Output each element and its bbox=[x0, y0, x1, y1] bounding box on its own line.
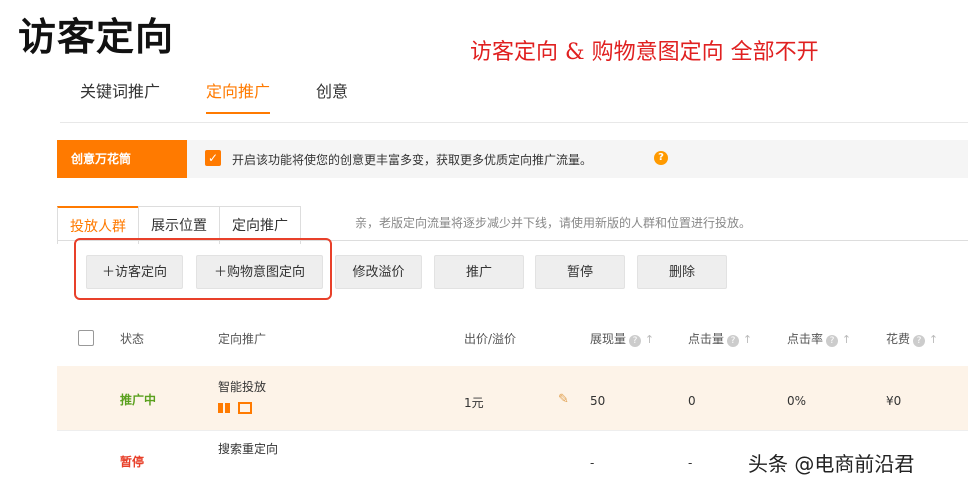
row-clicks: 0 bbox=[688, 394, 696, 408]
header-impressions[interactable]: 展现量? ↑ bbox=[590, 330, 654, 347]
row-impressions: - bbox=[590, 456, 595, 470]
highlight-box bbox=[74, 238, 332, 300]
row-name: 智能投放 bbox=[218, 380, 267, 394]
header-cost-label: 花费 bbox=[886, 332, 911, 346]
row-status: 暂停 bbox=[120, 455, 145, 469]
row-cost: ¥0 bbox=[886, 394, 902, 408]
promote-button[interactable]: 推广 bbox=[434, 255, 524, 289]
row-status: 推广中 bbox=[120, 393, 157, 407]
tab-keyword-promotion[interactable]: 关键词推广 bbox=[80, 78, 160, 114]
main-tabs: 关键词推广 定向推广 创意 bbox=[80, 78, 394, 114]
sort-arrow-icon: ↑ bbox=[644, 333, 655, 346]
pause-icon bbox=[218, 403, 223, 413]
header-clicks-label: 点击量 bbox=[688, 332, 725, 346]
row-icons bbox=[218, 398, 252, 417]
banner-label: 创意万花筒 bbox=[57, 140, 187, 178]
header-bid: 出价/溢价 bbox=[464, 332, 517, 346]
sort-arrow-icon: ↑ bbox=[841, 333, 852, 346]
table-row bbox=[57, 366, 968, 430]
header-clicks[interactable]: 点击量? ↑ bbox=[688, 330, 752, 347]
pause-icon-bar bbox=[225, 403, 230, 413]
header-status: 状态 bbox=[120, 332, 145, 346]
tab-creative[interactable]: 创意 bbox=[316, 78, 348, 114]
row-name: 搜索重定向 bbox=[218, 442, 279, 456]
question-icon: ? bbox=[727, 335, 740, 347]
header-impressions-label: 展现量 bbox=[590, 332, 627, 346]
question-icon: ? bbox=[629, 335, 642, 347]
tab-targeted-promotion[interactable]: 定向推广 bbox=[206, 78, 271, 114]
sort-arrow-icon: ↑ bbox=[742, 333, 753, 346]
row-clicks: - bbox=[688, 456, 693, 470]
modify-premium-button[interactable]: 修改溢价 bbox=[335, 255, 422, 289]
header-targeting: 定向推广 bbox=[218, 332, 267, 346]
header-cost[interactable]: 花费? ↑ bbox=[886, 330, 938, 347]
row-impressions: 50 bbox=[590, 394, 606, 408]
check-icon: ✓ bbox=[207, 151, 219, 165]
row-ctr: 0% bbox=[787, 394, 807, 408]
overlay-annotation: 访客定向 & 购物意图定向 全部不开 bbox=[470, 40, 819, 65]
delete-button[interactable]: 删除 bbox=[637, 255, 727, 289]
pause-button[interactable]: 暂停 bbox=[535, 255, 625, 289]
pc-icon bbox=[238, 402, 252, 414]
deprecation-notice: 亲，老版定向流量将逐步减少并下线，请使用新版的人群和位置进行投放。 bbox=[355, 216, 752, 230]
creative-checkbox[interactable]: ✓ bbox=[205, 150, 221, 166]
banner-text: 开启该功能将使您的创意更丰富多变，获取更多优质定向推广流量。 bbox=[232, 153, 593, 167]
tabs-divider bbox=[60, 122, 968, 123]
sort-arrow-icon: ↑ bbox=[928, 333, 939, 346]
question-icon[interactable]: ? bbox=[654, 151, 668, 165]
row-divider bbox=[57, 430, 968, 431]
header-ctr-label: 点击率 bbox=[787, 332, 824, 346]
question-icon: ? bbox=[913, 335, 926, 347]
question-icon: ? bbox=[826, 335, 839, 347]
edit-pencil-icon[interactable]: ✎ bbox=[558, 392, 569, 407]
watermark: 头条 @电商前沿君 bbox=[748, 452, 915, 476]
row-bid: 1元 bbox=[464, 396, 484, 410]
header-ctr[interactable]: 点击率? ↑ bbox=[787, 330, 851, 347]
overlay-title: 访客定向 bbox=[18, 14, 175, 59]
select-all-checkbox[interactable] bbox=[78, 330, 94, 346]
